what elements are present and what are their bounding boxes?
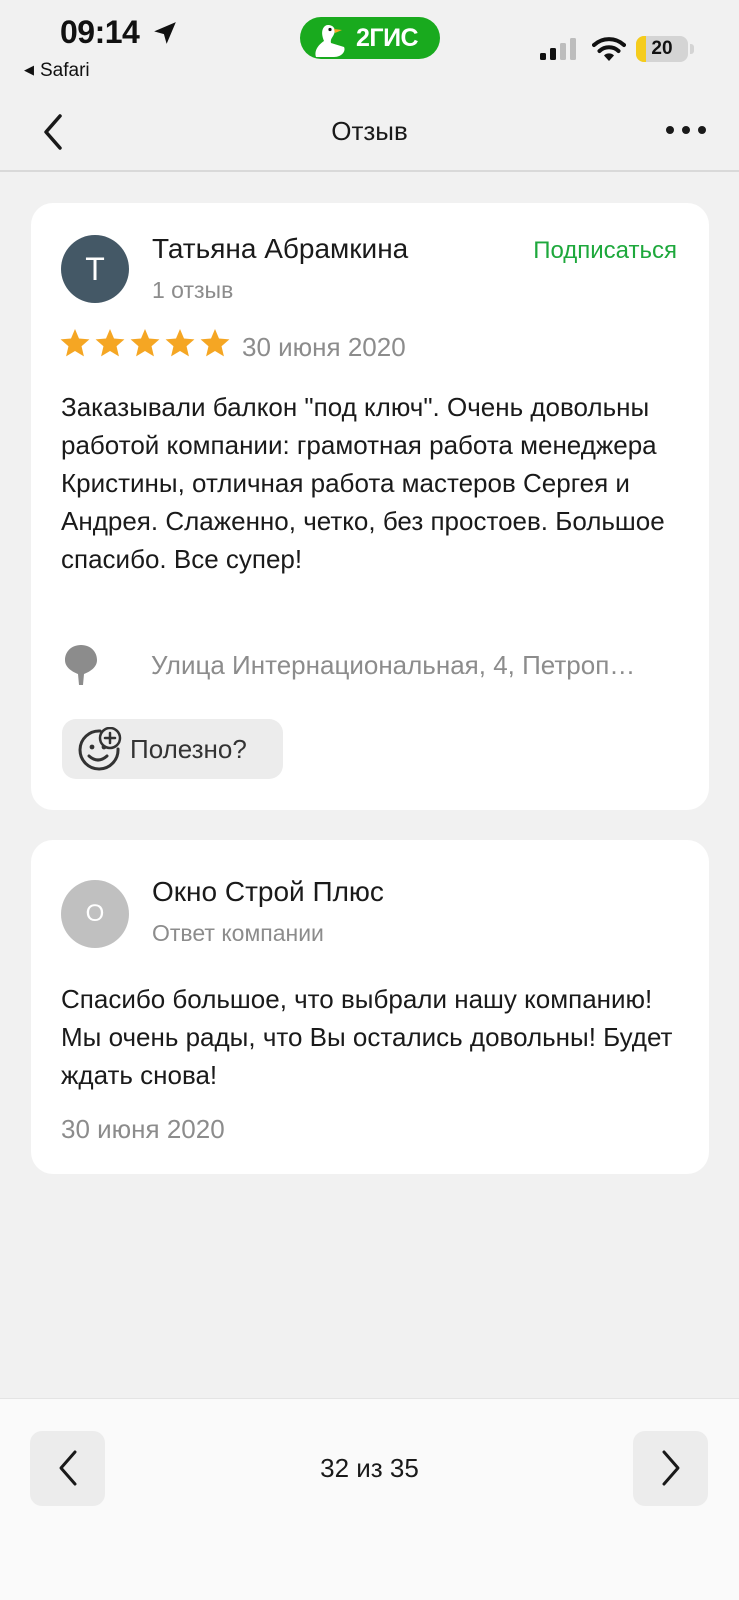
rating-stars <box>59 327 231 361</box>
useful-label: Полезно? <box>130 734 247 764</box>
page-title: Отзыв <box>331 116 408 146</box>
back-triangle-icon: ◀ <box>24 62 34 77</box>
status-bar: 09:14 ◀ Safari 2ГИС 20 <box>0 0 739 90</box>
battery-indicator: 20 <box>636 36 688 62</box>
useful-button[interactable]: Полезно? <box>62 719 283 779</box>
back-app-label: Safari <box>40 60 90 81</box>
star-icon <box>200 329 230 357</box>
star-icon <box>165 329 195 357</box>
subscribe-button[interactable]: Подписаться <box>533 237 677 265</box>
company-avatar[interactable]: О <box>61 880 129 948</box>
reply-text: Спасибо большое, что выбрали нашу компан… <box>61 984 673 1090</box>
battery-cap <box>690 44 694 54</box>
company-name[interactable]: Окно Строй Плюс <box>152 876 384 908</box>
next-review-button[interactable] <box>633 1431 708 1506</box>
wifi-icon <box>592 37 626 61</box>
review-counter: 32 из 35 <box>320 1453 419 1483</box>
more-dots-icon[interactable] <box>664 120 708 140</box>
brand-pill[interactable]: 2ГИС <box>300 17 440 59</box>
star-icon <box>95 329 125 357</box>
author-name[interactable]: Татьяна Абрамкина <box>152 233 408 265</box>
company-reply-card: О Окно Строй Плюс Ответ компании Спасибо… <box>31 840 709 1174</box>
review-pager: 32 из 35 <box>0 1398 739 1600</box>
location-arrow-icon <box>154 22 176 44</box>
review-text: Заказывали балкон "под ключ". Очень дово… <box>61 392 665 574</box>
chevron-right-icon <box>662 1450 680 1486</box>
author-review-count: 1 отзыв <box>152 277 234 303</box>
review-card: Т Татьяна Абрамкина 1 отзыв Подписаться … <box>31 203 709 810</box>
reply-date: 30 июня 2020 <box>61 1114 225 1144</box>
review-date: 30 июня 2020 <box>242 332 406 362</box>
smiley-plus-icon <box>78 727 122 771</box>
star-icon <box>60 329 90 357</box>
goose-logo-icon <box>315 25 345 57</box>
brand-label: 2ГИС <box>356 24 419 52</box>
address-text: Улица Интернациональная, 4, Петроп… <box>151 650 636 680</box>
battery-percent: 20 <box>651 38 673 59</box>
author-avatar[interactable]: Т <box>61 235 129 303</box>
nav-header: Отзыв <box>0 90 739 172</box>
review-address[interactable]: Улица Интернациональная, 4, Петроп… <box>61 643 681 685</box>
status-time: 09:14 <box>60 14 140 50</box>
map-pin-icon <box>65 645 97 685</box>
star-icon <box>130 329 160 357</box>
back-to-app-link[interactable]: ◀ Safari <box>24 60 90 82</box>
company-reply-label: Ответ компании <box>152 920 324 946</box>
cellular-signal-icon <box>540 38 576 60</box>
